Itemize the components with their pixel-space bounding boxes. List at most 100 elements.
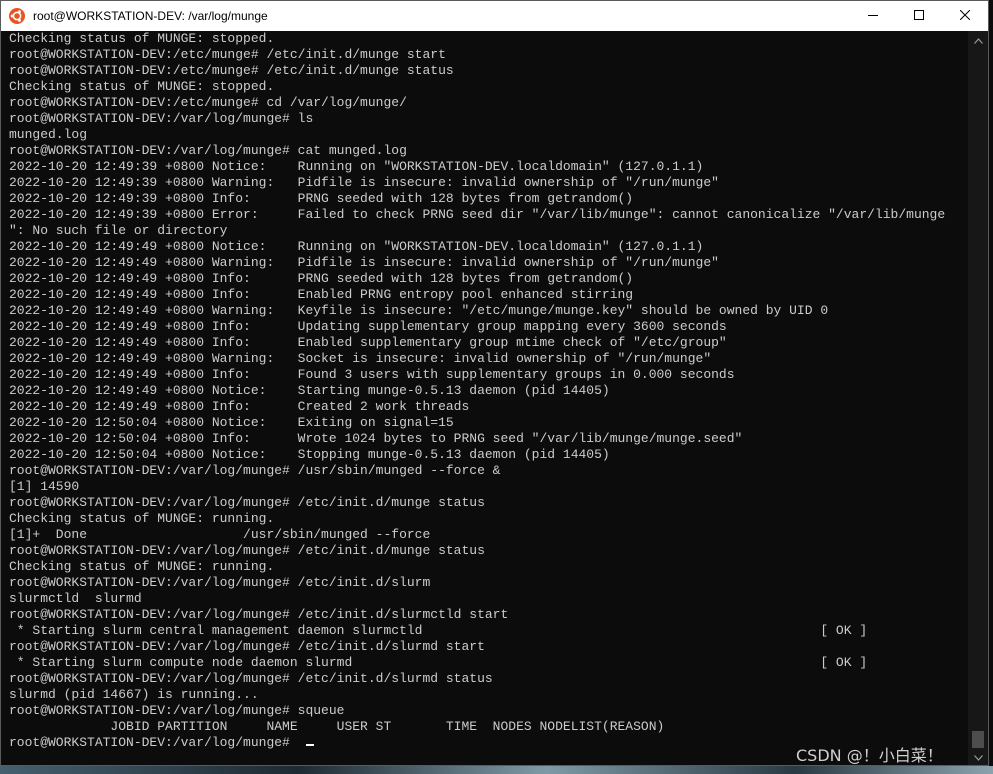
terminal-line: 2022-10-20 12:49:39 +0800 Notice: Runnin… xyxy=(9,159,968,175)
terminal-line: Checking status of MUNGE: running. xyxy=(9,511,968,527)
terminal-line-text: Checking status of MUNGE: running. xyxy=(9,511,275,526)
window-title: root@WORKSTATION-DEV: /var/log/munge xyxy=(33,9,268,23)
terminal-line-text: 2022-10-20 12:49:39 +0800 Warning: Pidfi… xyxy=(9,175,719,190)
terminal-line-text: 2022-10-20 12:49:49 +0800 Warning: Keyfi… xyxy=(9,303,829,318)
terminal-line: root@WORKSTATION-DEV:/etc/munge# cd /var… xyxy=(9,95,968,111)
terminal-line: root@WORKSTATION-DEV:/var/log/munge# /us… xyxy=(9,463,968,479)
vertical-scrollbar[interactable] xyxy=(968,31,988,765)
terminal-line-text: root@WORKSTATION-DEV:/var/log/munge# xyxy=(9,735,298,750)
terminal-line-text: 2022-10-20 12:49:49 +0800 Info: Enabled … xyxy=(9,335,727,350)
terminal-line: 2022-10-20 12:49:39 +0800 Info: PRNG see… xyxy=(9,191,968,207)
terminal-line: munged.log xyxy=(9,127,968,143)
terminal-line: 2022-10-20 12:50:04 +0800 Info: Wrote 10… xyxy=(9,431,968,447)
terminal-line: root@WORKSTATION-DEV:/var/log/munge# /et… xyxy=(9,575,968,591)
terminal-line-text: munged.log xyxy=(9,127,88,142)
terminal-line: 2022-10-20 12:49:49 +0800 Notice: Runnin… xyxy=(9,239,968,255)
terminal-line-text: root@WORKSTATION-DEV:/var/log/munge# /et… xyxy=(9,575,431,590)
scroll-up-button[interactable] xyxy=(968,31,988,48)
terminal-line: root@WORKSTATION-DEV:/var/log/munge# /et… xyxy=(9,671,968,687)
scroll-down-button[interactable] xyxy=(968,748,988,765)
terminal-line: 2022-10-20 12:49:49 +0800 Info: Created … xyxy=(9,399,968,415)
terminal-line-text: JOBID PARTITION NAME USER ST TIME NODES … xyxy=(9,719,665,734)
terminal-line: Checking status of MUNGE: running. xyxy=(9,559,968,575)
terminal-line-text: * Starting slurm compute node daemon slu… xyxy=(9,655,868,670)
terminal-line-text: 2022-10-20 12:49:39 +0800 Notice: Runnin… xyxy=(9,159,704,174)
maximize-icon xyxy=(914,7,924,25)
terminal-line-text: root@WORKSTATION-DEV:/var/log/munge# /et… xyxy=(9,607,509,622)
terminal-line: * Starting slurm compute node daemon slu… xyxy=(9,655,968,671)
title-bar[interactable]: root@WORKSTATION-DEV: /var/log/munge xyxy=(1,1,988,31)
terminal-line-text: root@WORKSTATION-DEV:/var/log/munge# /et… xyxy=(9,639,485,654)
terminal-line: ": No such file or directory xyxy=(9,223,968,239)
maximize-button[interactable] xyxy=(896,1,942,31)
terminal-line-text: 2022-10-20 12:49:49 +0800 Info: Created … xyxy=(9,399,470,414)
scroll-up-icon xyxy=(973,31,983,49)
text-cursor xyxy=(305,744,314,746)
terminal-line-text: root@WORKSTATION-DEV:/var/log/munge# cat… xyxy=(9,143,407,158)
terminal-line-text: [1] 14590 xyxy=(9,479,80,494)
terminal-line: root@WORKSTATION-DEV:/var/log/munge# /et… xyxy=(9,639,968,655)
terminal-line-text: root@WORKSTATION-DEV:/var/log/munge# /us… xyxy=(9,463,501,478)
terminal-line: root@WORKSTATION-DEV:/var/log/munge# squ… xyxy=(9,703,968,719)
terminal-line: 2022-10-20 12:49:49 +0800 Info: Found 3 … xyxy=(9,367,968,383)
terminal-line: 2022-10-20 12:49:49 +0800 Info: Enabled … xyxy=(9,335,968,351)
terminal-lines: Checking status of MUNGE: stopped. root@W… xyxy=(1,31,968,751)
minimize-icon xyxy=(868,7,878,25)
terminal-line: [1] 14590 xyxy=(9,479,968,495)
terminal-line: root@WORKSTATION-DEV:/etc/munge# /etc/in… xyxy=(9,63,968,79)
desktop-background-bottom xyxy=(0,766,993,774)
close-icon xyxy=(959,7,971,25)
terminal-window: root@WORKSTATION-DEV: /var/log/munge Che… xyxy=(0,0,989,766)
terminal-line: Checking status of MUNGE: stopped. xyxy=(9,31,968,47)
terminal-line-text: slurmctld slurmd xyxy=(9,591,142,606)
terminal-line: root@WORKSTATION-DEV:/var/log/munge# /et… xyxy=(9,607,968,623)
terminal-line-text: root@WORKSTATION-DEV:/etc/munge# /etc/in… xyxy=(9,47,446,62)
terminal-line-text: root@WORKSTATION-DEV:/var/log/munge# ls xyxy=(9,111,314,126)
terminal-line-text: 2022-10-20 12:49:49 +0800 Info: Updating… xyxy=(9,319,727,334)
terminal-line-text: root@WORKSTATION-DEV:/etc/munge# /etc/in… xyxy=(9,63,454,78)
terminal-line: 2022-10-20 12:49:49 +0800 Info: PRNG see… xyxy=(9,271,968,287)
terminal-line-text: 2022-10-20 12:49:49 +0800 Warning: Pidfi… xyxy=(9,255,719,270)
terminal-line-text: ": No such file or directory xyxy=(9,223,228,238)
terminal-line-text: 2022-10-20 12:49:49 +0800 Warning: Socke… xyxy=(9,351,712,366)
scroll-thumb[interactable] xyxy=(972,731,984,748)
terminal-line-text: root@WORKSTATION-DEV:/var/log/munge# /et… xyxy=(9,495,485,510)
terminal-line-text: 2022-10-20 12:49:39 +0800 Info: PRNG see… xyxy=(9,191,634,206)
terminal-line: Checking status of MUNGE: stopped. xyxy=(9,79,968,95)
terminal-line-text: root@WORKSTATION-DEV:/var/log/munge# squ… xyxy=(9,703,345,718)
terminal-line: 2022-10-20 12:49:49 +0800 Notice: Starti… xyxy=(9,383,968,399)
terminal-line: slurmd (pid 14667) is running... xyxy=(9,687,968,703)
terminal-line: 2022-10-20 12:49:49 +0800 Info: Enabled … xyxy=(9,287,968,303)
terminal-output[interactable]: Checking status of MUNGE: stopped. root@W… xyxy=(1,31,968,765)
terminal-line: slurmctld slurmd xyxy=(9,591,968,607)
terminal-line-text: 2022-10-20 12:49:39 +0800 Error: Failed … xyxy=(9,207,946,222)
terminal-line: 2022-10-20 12:49:49 +0800 Warning: Keyfi… xyxy=(9,303,968,319)
terminal-line: 2022-10-20 12:50:04 +0800 Notice: Exitin… xyxy=(9,415,968,431)
terminal-line-text: 2022-10-20 12:50:04 +0800 Info: Wrote 10… xyxy=(9,431,743,446)
terminal-line: root@WORKSTATION-DEV:/var/log/munge# ls xyxy=(9,111,968,127)
terminal-line-text: Checking status of MUNGE: stopped. xyxy=(9,31,275,46)
window-controls xyxy=(850,1,988,31)
terminal-line: 2022-10-20 12:50:04 +0800 Notice: Stoppi… xyxy=(9,447,968,463)
terminal-line: 2022-10-20 12:49:49 +0800 Warning: Pidfi… xyxy=(9,255,968,271)
terminal-line-text: [1]+ Done /usr/sbin/munged --force xyxy=(9,527,431,542)
terminal-line: 2022-10-20 12:49:39 +0800 Error: Failed … xyxy=(9,207,968,223)
terminal-line-text: 2022-10-20 12:50:04 +0800 Notice: Stoppi… xyxy=(9,447,610,462)
scroll-down-icon xyxy=(973,748,983,766)
close-button[interactable] xyxy=(942,1,988,31)
terminal-line-text: root@WORKSTATION-DEV:/var/log/munge# /et… xyxy=(9,671,493,686)
terminal-line: JOBID PARTITION NAME USER ST TIME NODES … xyxy=(9,719,968,735)
terminal-line-text: root@WORKSTATION-DEV:/var/log/munge# /et… xyxy=(9,543,485,558)
terminal-line-text: 2022-10-20 12:49:49 +0800 Info: Found 3 … xyxy=(9,367,735,382)
terminal-line: root@WORKSTATION-DEV:/etc/munge# /etc/in… xyxy=(9,47,968,63)
terminal-line: [1]+ Done /usr/sbin/munged --force xyxy=(9,527,968,543)
terminal-line: root@WORKSTATION-DEV:/var/log/munge# /et… xyxy=(9,495,968,511)
terminal-line: root@WORKSTATION-DEV:/var/log/munge# /et… xyxy=(9,543,968,559)
terminal-line-text: root@WORKSTATION-DEV:/etc/munge# cd /var… xyxy=(9,95,407,110)
minimize-button[interactable] xyxy=(850,1,896,31)
terminal-line-text: 2022-10-20 12:49:49 +0800 Info: PRNG see… xyxy=(9,271,634,286)
terminal-line: * Starting slurm central management daem… xyxy=(9,623,968,639)
terminal-line-text: 2022-10-20 12:49:49 +0800 Notice: Runnin… xyxy=(9,239,704,254)
terminal-line: root@WORKSTATION-DEV:/var/log/munge# cat… xyxy=(9,143,968,159)
ubuntu-icon[interactable] xyxy=(9,8,25,24)
